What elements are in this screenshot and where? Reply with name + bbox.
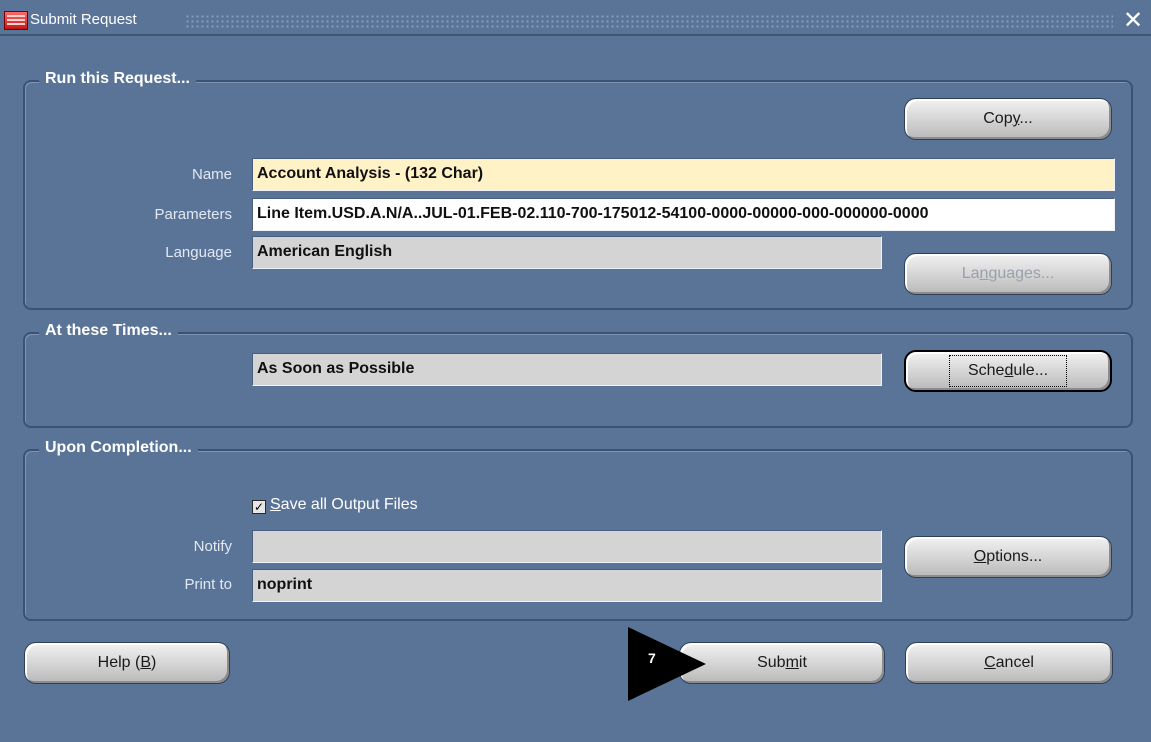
notify-label: Notify	[193, 538, 232, 555]
help-button[interactable]: Help (B)	[24, 642, 230, 684]
at-these-times-group-label: At these Times...	[39, 322, 178, 340]
schedule-button-label: Schedule...	[948, 355, 1068, 387]
submit-button[interactable]: Submit	[679, 642, 885, 684]
languages-button[interactable]: Languages...	[904, 253, 1112, 295]
cancel-button[interactable]: Cancel	[905, 642, 1113, 684]
print-to-label: Print to	[184, 576, 232, 593]
save-output-label[interactable]: Save all Output Files	[270, 496, 418, 514]
upon-completion-group-label: Upon Completion...	[39, 439, 198, 457]
options-button-label: Options...	[973, 548, 1043, 565]
copy-button[interactable]: Copy...	[904, 98, 1112, 140]
step-callout-number: 7	[648, 650, 656, 666]
save-output-checkbox[interactable]: ✓	[252, 500, 266, 514]
print-to-field[interactable]: noprint	[252, 569, 882, 602]
step-callout-arrow-icon	[628, 627, 706, 701]
name-field[interactable]: Account Analysis - (132 Char)	[252, 158, 1115, 191]
step-callout-arrow-shape	[628, 627, 706, 701]
name-label: Name	[191, 166, 232, 183]
title-bar[interactable]: Submit Request ✕	[0, 0, 1151, 36]
language-label: Language	[165, 244, 232, 261]
schedule-field[interactable]: As Soon as Possible	[252, 353, 882, 386]
notify-field[interactable]	[252, 530, 882, 563]
options-button[interactable]: Options...	[904, 536, 1112, 578]
submit-button-label: Submit	[757, 654, 807, 671]
submit-request-window: Submit Request ✕ Run this Request... Cop…	[0, 0, 1151, 742]
schedule-button[interactable]: Schedule...	[904, 350, 1112, 392]
parameters-label: Parameters	[154, 206, 232, 223]
languages-button-label: Languages...	[961, 265, 1055, 282]
close-icon[interactable]: ✕	[1121, 8, 1145, 32]
copy-button-label: Copy...	[983, 110, 1033, 127]
language-field[interactable]: American English	[252, 236, 882, 269]
run-request-group-label: Run this Request...	[39, 70, 196, 88]
parameters-field[interactable]: Line Item.USD.A.N/A..JUL-01.FEB-02.110-7…	[252, 198, 1115, 231]
cancel-button-label: Cancel	[984, 654, 1034, 671]
oracle-app-icon	[4, 11, 28, 30]
window-title: Submit Request	[30, 11, 137, 28]
help-button-label: Help (B)	[97, 654, 157, 671]
title-bar-hatch	[185, 14, 1113, 28]
